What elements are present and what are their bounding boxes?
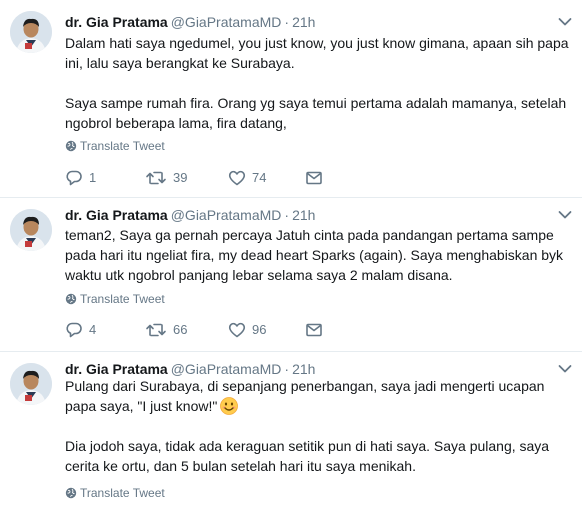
timestamp[interactable]: 21h [292, 361, 315, 377]
reply-icon [66, 322, 82, 337]
tweet[interactable]: dr. Gia Pratama @GiaPratamaMD · 21h teman2,… [0, 198, 582, 352]
avatar[interactable] [10, 11, 52, 53]
reply-icon [66, 170, 82, 185]
retweet-button[interactable]: 66 [145, 319, 187, 339]
translate-tweet-link[interactable]: Translate Tweet [65, 485, 165, 501]
heart-icon [228, 322, 246, 337]
globe-icon [65, 140, 77, 152]
tweet[interactable]: dr. Gia Pratama @GiaPratamaMD · 21h Pulang … [0, 352, 582, 508]
separator-dot: · [284, 207, 290, 223]
translate-tweet-link[interactable]: Translate Tweet [65, 138, 165, 154]
tweet-text: teman2, Saya ga pernah percaya Jatuh cin… [65, 225, 565, 285]
translate-tweet-link[interactable]: Translate Tweet [65, 291, 165, 307]
envelope-icon [306, 171, 322, 184]
avatar-image [10, 209, 52, 251]
tweet-actions: 4 66 96 [65, 319, 365, 339]
tweet-header: dr. Gia Pratama @GiaPratamaMD · 21h [65, 13, 315, 31]
translate-label: Translate Tweet [80, 486, 165, 500]
retweet-icon [146, 323, 166, 336]
tweet-text-line: Pulang dari Surabaya, di sepanjang pener… [65, 378, 545, 394]
chevron-down-icon[interactable] [558, 210, 572, 220]
tweet-text-line: Dalam hati saya ngedumel, you just know,… [65, 35, 569, 51]
retweet-icon [146, 171, 166, 184]
tweet-text-line: papa saya, "I just know!" [65, 396, 565, 416]
heart-icon [228, 170, 246, 185]
separator-dot: · [284, 14, 290, 30]
chevron-down-icon[interactable] [558, 17, 572, 27]
avatar[interactable] [10, 209, 52, 251]
tweet-text-line: ini, lalu saya berangkat ke Surabaya. [65, 55, 295, 71]
tweet-text-line: cerita ke ortu, dan 5 bulan setelah hari… [65, 458, 416, 474]
tweet-actions: 1 39 74 [65, 167, 365, 187]
globe-icon [65, 487, 77, 499]
tweet-text-line: waktu utk ngobrol panjang lebar selama s… [65, 267, 453, 283]
reply-button[interactable]: 1 [65, 167, 96, 187]
separator-dot: · [284, 361, 290, 377]
author-name[interactable]: dr. Gia Pratama [65, 207, 168, 223]
tweet-text-fragment: papa saya, "I just know!" [65, 398, 218, 414]
author-handle[interactable]: @GiaPratamaMD [171, 14, 282, 30]
author-name[interactable]: dr. Gia Pratama [65, 14, 168, 30]
translate-label: Translate Tweet [80, 292, 165, 306]
tweet-text-line: pada hari itu ngeliat fira, my dead hear… [65, 247, 564, 263]
tweet-header: dr. Gia Pratama @GiaPratamaMD · 21h [65, 206, 315, 224]
reply-count: 4 [89, 321, 97, 337]
author-name[interactable]: dr. Gia Pratama [65, 361, 168, 377]
author-handle[interactable]: @GiaPratamaMD [171, 361, 282, 377]
avatar-image [10, 363, 52, 405]
author-handle[interactable]: @GiaPratamaMD [171, 207, 282, 223]
like-count: 74 [252, 169, 267, 185]
translate-label: Translate Tweet [80, 139, 165, 153]
retweet-count: 66 [173, 321, 188, 337]
tweet-text: Pulang dari Surabaya, di sepanjang pener… [65, 376, 565, 476]
envelope-icon [306, 323, 322, 336]
like-button[interactable]: 74 [228, 167, 266, 187]
tweet[interactable]: dr. Gia Pratama @GiaPratamaMD · 21h Dalam h… [0, 0, 582, 198]
reply-button[interactable]: 4 [65, 319, 96, 339]
chevron-down-icon[interactable] [558, 364, 572, 374]
avatar[interactable] [10, 363, 52, 405]
avatar-image [10, 11, 52, 53]
direct-message-button[interactable] [305, 167, 323, 187]
tweet-text: Dalam hati saya ngedumel, you just know,… [65, 33, 569, 133]
like-button[interactable]: 96 [228, 319, 266, 339]
smiling-face-emoji [220, 397, 239, 415]
globe-icon [65, 293, 77, 305]
direct-message-button[interactable] [305, 319, 323, 339]
tweet-text-line: Dia jodoh saya, tidak ada keraguan setit… [65, 438, 550, 454]
tweet-text-line: Saya sampe rumah fira. Orang yg saya tem… [65, 95, 567, 111]
timestamp[interactable]: 21h [292, 14, 315, 30]
like-count: 96 [252, 321, 267, 337]
tweet-text-line: teman2, Saya ga pernah percaya Jatuh cin… [65, 227, 554, 243]
retweet-button[interactable]: 39 [145, 167, 187, 187]
reply-count: 1 [89, 169, 97, 185]
retweet-count: 39 [173, 169, 188, 185]
tweet-text-line: ngobrol beberapa lama, fira datang, [65, 115, 287, 131]
timestamp[interactable]: 21h [292, 207, 315, 223]
